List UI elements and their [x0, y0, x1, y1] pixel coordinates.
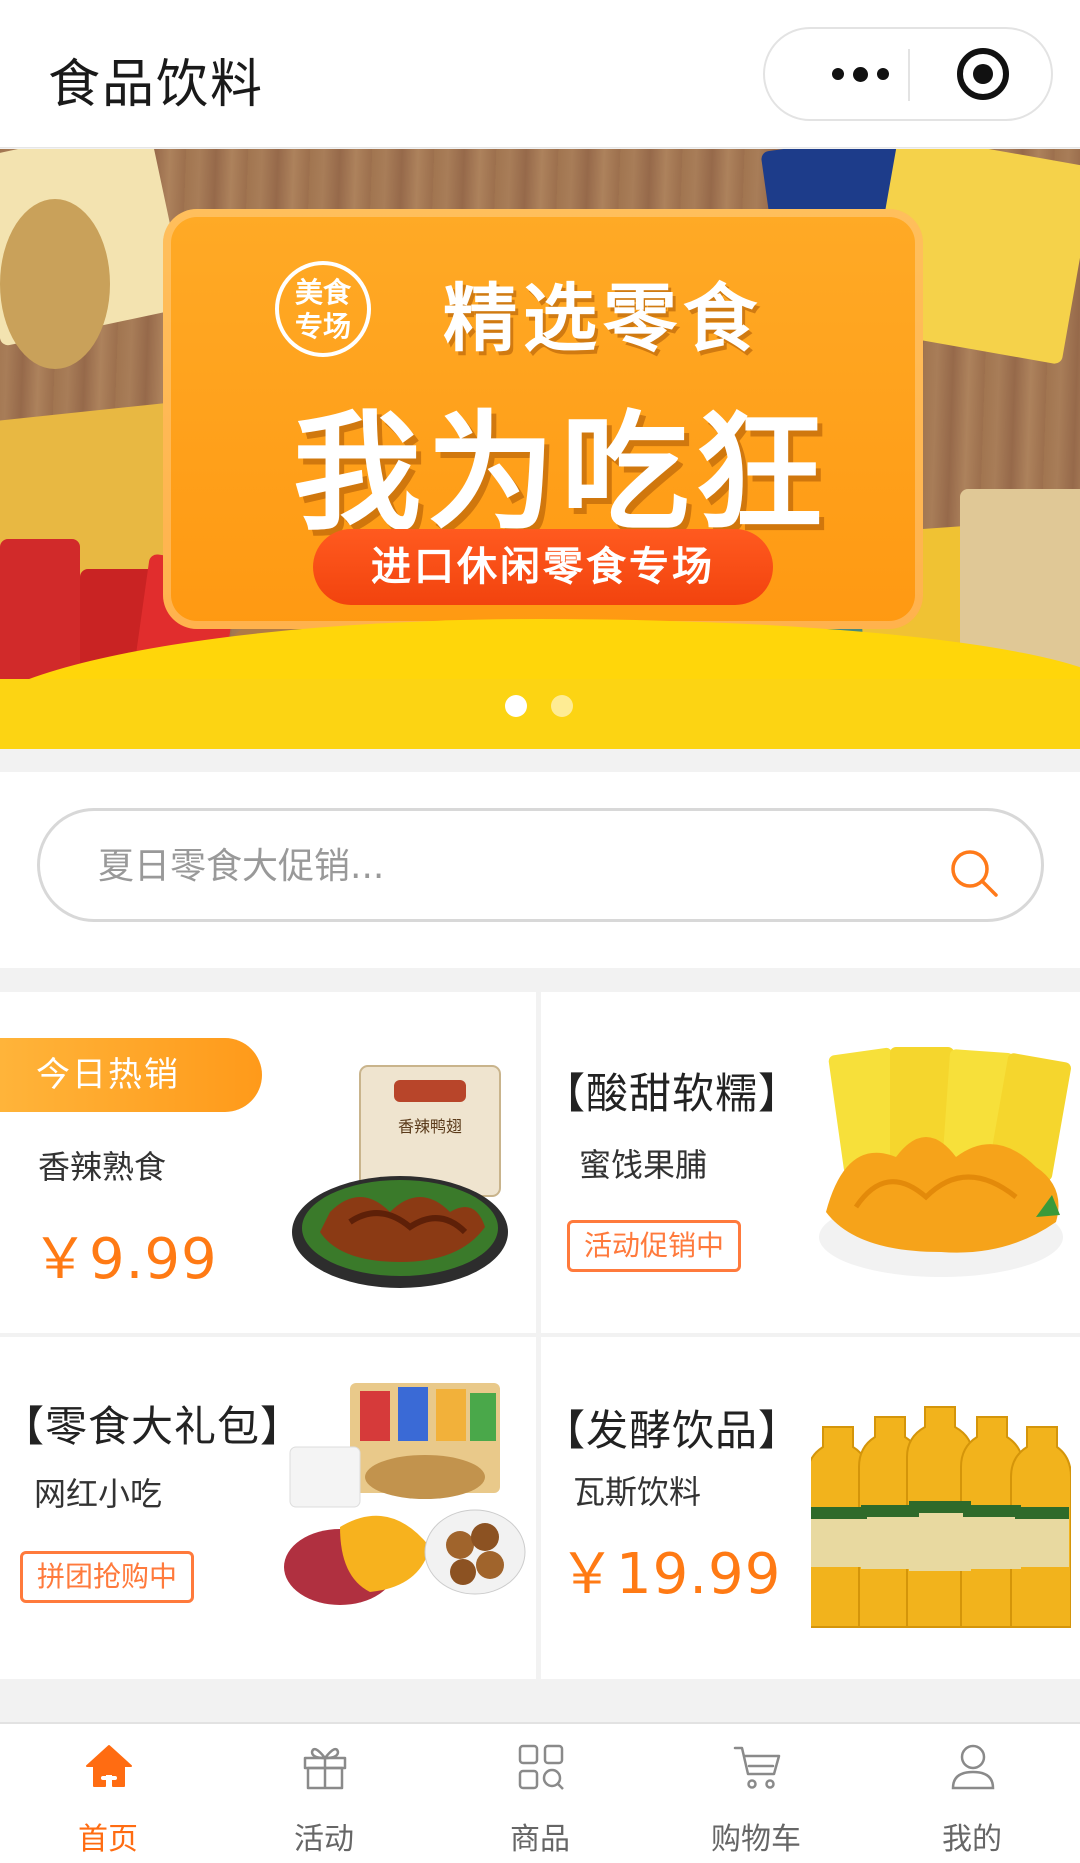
capsule-divider [908, 49, 910, 101]
dried-mango-image [819, 1047, 1071, 1277]
product-grid: 今日热销 香辣熟食 ￥9.99 香辣鸭翅 【酸甜软糯】 蜜饯果脯 活动促销中 【… [0, 992, 1080, 1684]
tab-label: 活动 [294, 1822, 354, 1857]
carousel-indicator [505, 695, 573, 717]
product-subtitle: 蜜饯果脯 [579, 1146, 708, 1184]
tab-cart[interactable]: 购物车 [648, 1724, 864, 1863]
search-section [0, 772, 1080, 968]
promo-badge: 活动促销中 [567, 1220, 742, 1272]
promo-sign: 美食 专场 精选零食 我为吃狂 进口休闲零食专场 [163, 209, 923, 629]
product-price: ￥19.99 [559, 1542, 782, 1607]
dot-icon [831, 68, 844, 80]
product-card-dried-fruit[interactable]: 【酸甜软糯】 蜜饯果脯 活动促销中 [541, 992, 1080, 1333]
tab-activity[interactable]: 活动 [216, 1724, 432, 1863]
search-icon[interactable] [948, 847, 1000, 899]
promo-banner[interactable]: 美食 专场 精选零食 我为吃狂 进口休闲零食专场 [0, 149, 1080, 749]
dot-icon [852, 66, 868, 82]
hot-sale-tag: 今日热销 [0, 1038, 262, 1112]
tab-label: 我的 [942, 1822, 1002, 1857]
close-target-icon[interactable] [955, 46, 1011, 102]
product-card-duck[interactable]: 今日热销 香辣熟食 ￥9.99 香辣鸭翅 [0, 992, 536, 1333]
seal-badge: 美食 专场 [275, 261, 371, 357]
banner-headline: 精选零食 [443, 276, 763, 362]
more-menu-button[interactable] [805, 29, 915, 119]
banner-slogan: 我为吃狂 [293, 399, 830, 548]
tab-label: 商品 [510, 1822, 570, 1857]
grid-icon [518, 1744, 564, 1790]
tab-profile[interactable]: 我的 [864, 1724, 1080, 1863]
page-title: 食品饮料 [48, 55, 265, 115]
product-title: 【发酵饮品】 [543, 1406, 802, 1455]
seal-line-2: 专场 [294, 310, 351, 343]
product-subtitle: 瓦斯饮料 [573, 1473, 702, 1511]
carousel-dot[interactable] [551, 695, 573, 717]
dot-icon [876, 68, 889, 80]
tab-products[interactable]: 商品 [432, 1724, 648, 1863]
product-subtitle: 网红小吃 [34, 1475, 163, 1513]
search-input[interactable] [98, 833, 918, 899]
cart-icon [733, 1746, 781, 1789]
snack-gift-pack-image [284, 1383, 526, 1605]
nav-bar: 食品饮料 [0, 0, 1080, 148]
duck-wings-image: 香辣鸭翅 [292, 1065, 508, 1288]
banner-pill-button[interactable]: 进口休闲零食专场 [313, 529, 773, 605]
product-price: ￥9.99 [32, 1227, 218, 1292]
cereal-bowl-image [0, 199, 110, 369]
product-subtitle: 香辣熟食 [38, 1148, 167, 1186]
kvass-bottles-image [811, 1406, 1071, 1628]
user-icon [951, 1744, 995, 1790]
mini-program-capsule [763, 27, 1053, 121]
seal-line-1: 美食 [294, 276, 351, 309]
tab-bar: 首页 活动 商品 购物车 我的 [0, 1722, 1080, 1863]
home-icon [86, 1745, 132, 1787]
product-card-kvass[interactable]: 【发酵饮品】 瓦斯饮料 ￥19.99 [541, 1337, 1080, 1679]
search-box[interactable] [37, 808, 1044, 922]
tab-label: 首页 [78, 1822, 138, 1857]
svg-text:香辣鸭翅: 香辣鸭翅 [398, 1117, 462, 1136]
product-card-gift-pack[interactable]: 【零食大礼包】 网红小吃 拼团抢购中 [0, 1337, 536, 1679]
tab-label: 购物车 [711, 1822, 801, 1857]
carousel-dot-active[interactable] [505, 695, 527, 717]
product-title: 【酸甜软糯】 [543, 1069, 802, 1118]
group-buy-badge: 拼团抢购中 [20, 1551, 195, 1603]
gift-icon [303, 1747, 347, 1790]
tab-home[interactable]: 首页 [0, 1724, 216, 1863]
product-title: 【零食大礼包】 [2, 1402, 304, 1451]
